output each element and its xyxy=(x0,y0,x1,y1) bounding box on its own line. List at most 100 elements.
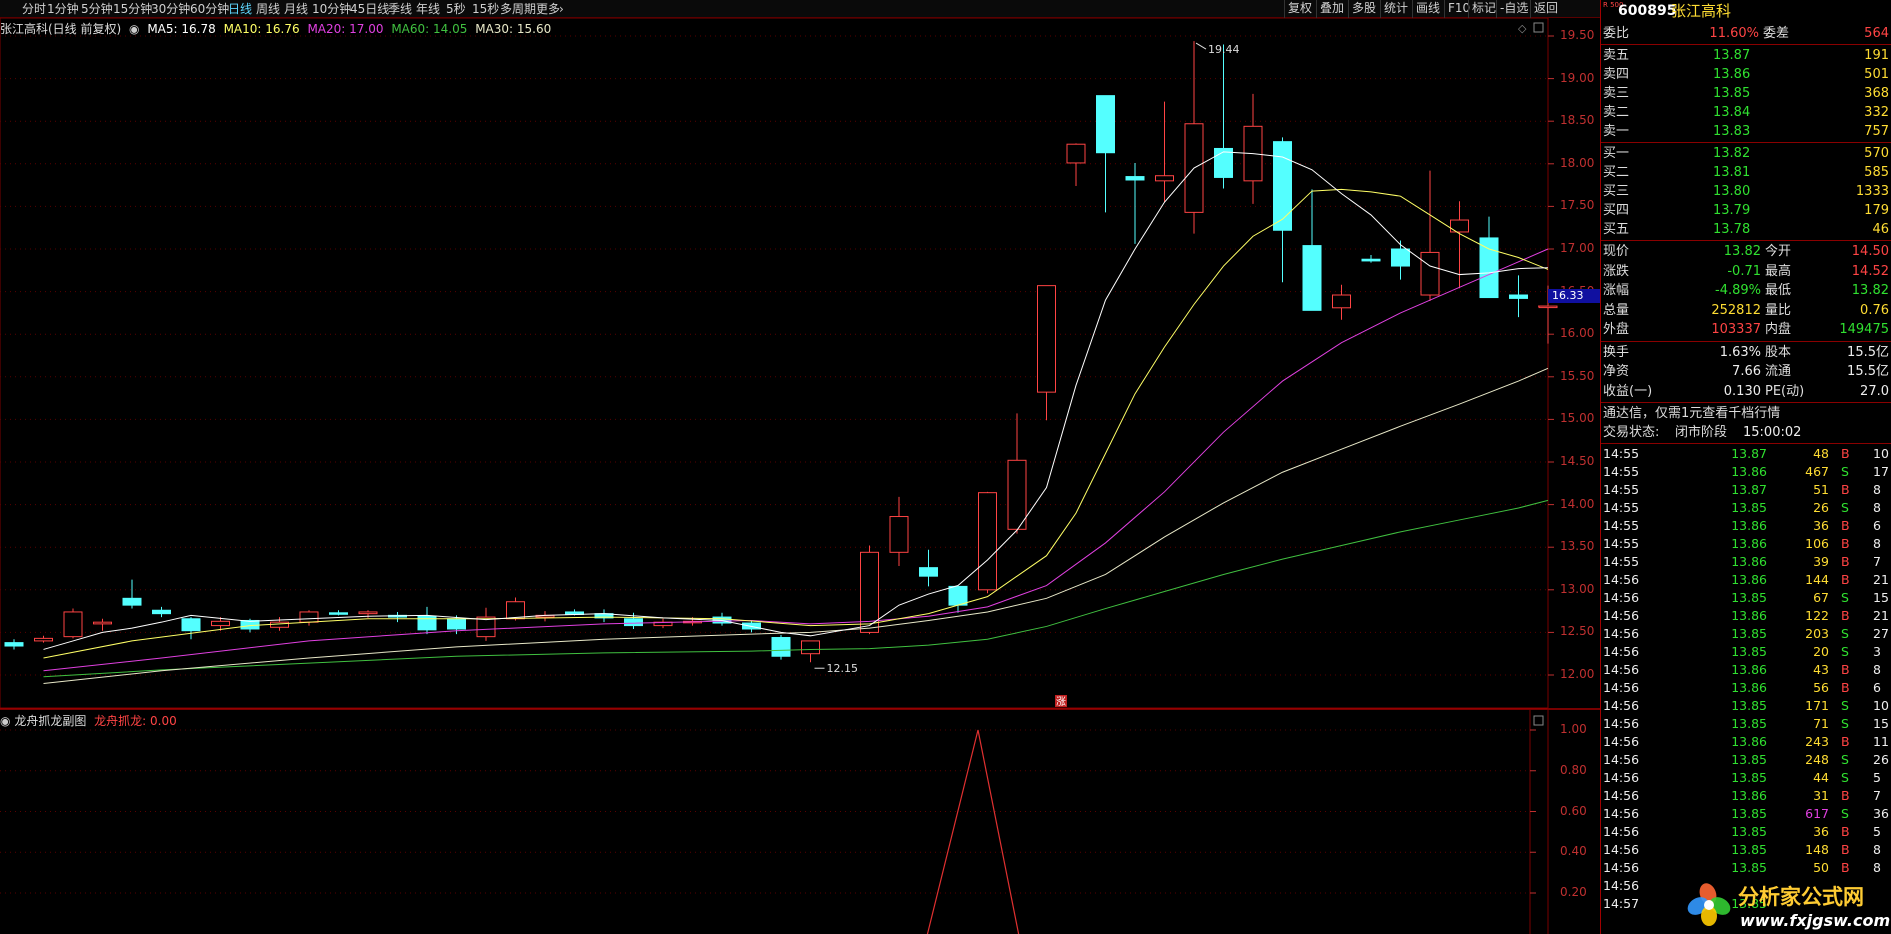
candle-34[interactable] xyxy=(1007,413,1027,534)
candle-27[interactable] xyxy=(801,640,820,663)
toolbar-button-4[interactable]: 画线 xyxy=(1412,0,1444,18)
sell-level-2[interactable]: 卖三 13.85 368 xyxy=(1601,84,1891,103)
timeframe-8[interactable]: 月线 xyxy=(284,1,308,17)
sub-maximize-icon[interactable] xyxy=(1533,715,1544,726)
candle-2[interactable] xyxy=(63,608,83,639)
candle-4[interactable] xyxy=(122,579,142,609)
candle-16[interactable] xyxy=(476,607,496,641)
stat2-row-1: 净资 7.66 流通 15.5亿 xyxy=(1601,362,1891,381)
separator xyxy=(1601,44,1891,45)
toolbar-button-6[interactable]: 标记 xyxy=(1468,0,1496,18)
sell-level-1[interactable]: 卖四 13.86 501 xyxy=(1601,65,1891,84)
candle-49[interactable] xyxy=(1450,201,1469,289)
candle-20[interactable] xyxy=(594,609,614,623)
timeframe-5[interactable]: 60分钟 xyxy=(190,1,229,17)
candle-26[interactable] xyxy=(771,634,791,660)
timeframe-4[interactable]: 30分钟 xyxy=(151,1,190,17)
timeframe-12[interactable]: 年线 xyxy=(416,1,440,17)
timeframe-1[interactable]: 1分钟 xyxy=(47,1,79,17)
candle-38[interactable] xyxy=(1125,162,1145,244)
tick-price: 13.86 xyxy=(1731,680,1767,695)
candle-13[interactable] xyxy=(388,611,407,623)
candle-6[interactable] xyxy=(181,617,201,640)
tick-time: 14:56 xyxy=(1603,698,1640,713)
candle-0[interactable] xyxy=(4,639,24,650)
settings-circle-icon[interactable]: ◉ xyxy=(129,22,139,36)
candle-50[interactable] xyxy=(1479,216,1499,299)
candle-46[interactable] xyxy=(1361,254,1381,263)
candle-43[interactable] xyxy=(1273,137,1292,283)
candle-14[interactable] xyxy=(417,606,437,635)
timeframe-3[interactable]: 15分钟 xyxy=(113,1,152,17)
sell-price: 13.83 xyxy=(1713,124,1751,139)
candle-41[interactable] xyxy=(1214,44,1233,189)
sell-level-4[interactable]: 卖一 13.83 757 xyxy=(1601,122,1891,141)
y-tick-label-15: 12.00 xyxy=(1560,667,1595,681)
buy-volume: 585 xyxy=(1864,165,1889,180)
candle-10[interactable] xyxy=(299,610,319,626)
tick-volume: 248 xyxy=(1805,752,1829,767)
sub-chart-title: 龙舟抓龙副图 xyxy=(14,714,87,728)
buy-level-2[interactable]: 买三 13.80 1333 xyxy=(1601,182,1891,201)
toolbar-button-1[interactable]: 叠加 xyxy=(1316,0,1348,18)
candle-47[interactable] xyxy=(1391,240,1410,280)
candle-40[interactable] xyxy=(1184,41,1204,234)
candle-1[interactable] xyxy=(34,635,53,643)
sell-level-3[interactable]: 卖二 13.84 332 xyxy=(1601,103,1891,122)
candle-48[interactable] xyxy=(1420,170,1440,301)
candle-36[interactable] xyxy=(1066,143,1086,186)
tick-time: 14:56 xyxy=(1603,680,1640,695)
chart-area: 19.44 12.15 涨 ◇ 19.50 19.00 18.50 18.00 17.50 17… xyxy=(0,18,1600,934)
buy-level-4[interactable]: 买五 13.78 46 xyxy=(1601,220,1891,239)
timeframe-6[interactable]: 日线 xyxy=(228,1,252,17)
candle-42[interactable] xyxy=(1243,93,1263,204)
timeframe-16[interactable]: 更多 xyxy=(536,1,560,17)
maximize-icon[interactable] xyxy=(1533,22,1544,33)
timeframe-2[interactable]: 5分钟 xyxy=(81,1,113,17)
timeframe-10[interactable]: 45日线 xyxy=(350,1,389,17)
notice-row[interactable]: 通达信，仅需1元查看千档行情 xyxy=(1601,404,1891,423)
toolbar-button-8[interactable]: 返回 xyxy=(1530,0,1560,18)
candle-35[interactable] xyxy=(1037,285,1056,421)
timeframe-11[interactable]: 季线 xyxy=(388,1,412,17)
stat-value: 252812 xyxy=(1711,302,1761,318)
candle-37[interactable] xyxy=(1096,95,1115,213)
candlestick-chart[interactable]: 19.44 12.15 涨 ◇ xyxy=(0,18,1600,934)
candle-5[interactable] xyxy=(152,606,171,618)
candle-45[interactable] xyxy=(1332,284,1351,320)
candle-3[interactable] xyxy=(93,618,112,631)
timeframe-13[interactable]: 5秒 xyxy=(446,1,466,17)
toolbar-button-3[interactable]: 统计 xyxy=(1380,0,1412,18)
candle-39[interactable] xyxy=(1155,101,1174,203)
buy-level-3[interactable]: 买四 13.79 179 xyxy=(1601,201,1891,220)
candle-22[interactable] xyxy=(653,618,673,629)
toolbar-button-2[interactable]: 多股 xyxy=(1348,0,1380,18)
candle-44[interactable] xyxy=(1302,189,1322,311)
diamond-icon[interactable]: ◇ xyxy=(1518,22,1527,35)
sub-chart-info: ◉ 龙舟抓龙副图 龙舟抓龙: 0.00 xyxy=(0,712,177,728)
candle-30[interactable] xyxy=(889,496,909,566)
candle-32[interactable] xyxy=(948,585,968,613)
toolbar-button-7[interactable]: -自选 xyxy=(1496,0,1530,18)
notice-text[interactable]: 通达信，仅需1元查看千档行情 xyxy=(1603,404,1780,423)
buy-level-1[interactable]: 买二 13.81 585 xyxy=(1601,163,1891,182)
more-chevron-icon[interactable]: › xyxy=(559,1,564,17)
stat-label: 股本 xyxy=(1765,344,1792,360)
timeframe-7[interactable]: 周线 xyxy=(256,1,280,17)
buy-level-0[interactable]: 买一 13.82 570 xyxy=(1601,144,1891,163)
timeframe-15[interactable]: 多周期 xyxy=(500,1,536,17)
candle-51[interactable] xyxy=(1509,275,1528,318)
timeframe-9[interactable]: 10分钟 xyxy=(312,1,351,17)
timeframe-14[interactable]: 15秒 xyxy=(472,1,499,17)
timeframe-0[interactable]: 分时 xyxy=(22,1,46,17)
tick-side: B xyxy=(1841,662,1850,677)
toolbar-button-0[interactable]: 复权 xyxy=(1284,0,1316,18)
sell-level-0[interactable]: 卖五 13.87 191 xyxy=(1601,46,1891,65)
candle-33[interactable] xyxy=(978,491,997,594)
candle-11[interactable] xyxy=(329,610,348,616)
tick-side: B xyxy=(1841,536,1850,551)
candle-31[interactable] xyxy=(919,549,938,587)
toolbar-button-5[interactable]: F10 xyxy=(1444,0,1470,18)
tick-time: 14:56 xyxy=(1603,590,1640,605)
sub-settings-icon[interactable]: ◉ xyxy=(0,714,10,728)
